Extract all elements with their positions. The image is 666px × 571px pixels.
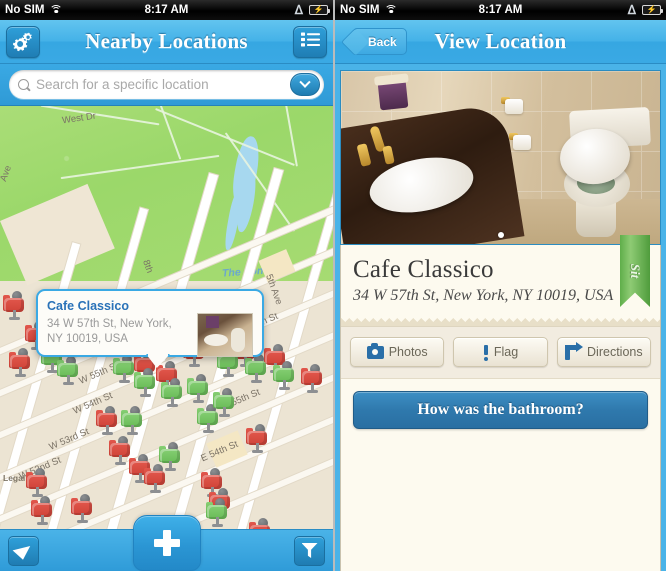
- wifi-icon: [384, 4, 398, 16]
- search-field-wrapper[interactable]: [9, 70, 324, 99]
- nav-bar-left: Nearby Locations: [0, 20, 333, 64]
- map-pin-available[interactable]: [133, 368, 159, 398]
- location-info-card: Cafe Classico 34 W 57th St, New York, NY…: [340, 235, 661, 571]
- exclamation-icon: [483, 344, 489, 361]
- map-pin-unavailable[interactable]: [8, 348, 34, 378]
- map-pin-available[interactable]: [205, 498, 231, 528]
- plus-icon: [153, 530, 180, 556]
- search-icon: [18, 78, 30, 91]
- add-location-button[interactable]: [132, 515, 201, 571]
- page-title: Nearby Locations: [85, 29, 248, 53]
- flag-button-label: Flag: [493, 345, 519, 359]
- callout-address-line2: NY 10019, USA: [47, 333, 128, 345]
- back-button-label: Back: [368, 34, 397, 49]
- left-phone-screen: No SIM 8:17 AM ᐃ ⚡ Nearby Locations Sear…: [0, 0, 333, 571]
- status-right-group: ᐃ ⚡: [294, 3, 330, 17]
- map-pin-available[interactable]: [120, 406, 146, 436]
- status-badge-label: Sit: [628, 263, 643, 279]
- bluetooth-icon: ᐃ: [294, 3, 303, 17]
- callout-title: Cafe Classico: [47, 299, 129, 313]
- torn-paper-divider: [341, 318, 660, 326]
- status-bar-right: No SIM 8:17 AM ᐃ ⚡: [335, 0, 666, 20]
- thumb-decor: [206, 316, 219, 328]
- map-pin-unavailable[interactable]: [25, 468, 51, 498]
- toilet-paper-holder: [501, 97, 525, 115]
- status-bar-left: No SIM 8:17 AM ᐃ ⚡: [0, 0, 333, 20]
- chevron-down-icon: [299, 76, 311, 88]
- map-pin-unavailable[interactable]: [300, 364, 326, 394]
- map-pin-available[interactable]: [186, 374, 212, 404]
- right-phone-screen: No SIM 8:17 AM ᐃ ⚡ Back View Location Ca…: [333, 0, 666, 571]
- flag-button[interactable]: Flag: [453, 337, 548, 367]
- map-pin-unavailable[interactable]: [245, 424, 271, 454]
- directions-arrow-icon: [565, 342, 584, 360]
- map-pin-available[interactable]: [158, 442, 184, 472]
- map-pin-available[interactable]: [244, 354, 270, 384]
- bottom-toolbar: [0, 515, 333, 571]
- carrier-label: No SIM: [5, 4, 45, 16]
- status-right-group: ᐃ ⚡: [627, 3, 663, 17]
- photo-faucet: [356, 125, 403, 168]
- card-empty-space: [341, 443, 660, 571]
- map-pin-unavailable[interactable]: [248, 518, 274, 529]
- camera-icon: [366, 342, 384, 359]
- bluetooth-icon: ᐃ: [627, 3, 636, 17]
- location-arrow-icon: [12, 541, 35, 560]
- cta-container: How was the bathroom?: [341, 378, 660, 443]
- map-pin-unavailable[interactable]: [30, 496, 56, 526]
- photos-button-label: Photos: [388, 345, 428, 359]
- carrier-label: No SIM: [340, 4, 380, 16]
- nav-bar-right: Back View Location: [335, 20, 666, 64]
- map-pin-available[interactable]: [160, 378, 186, 408]
- photo-page-indicator[interactable]: [497, 232, 504, 238]
- list-view-button[interactable]: [293, 25, 327, 58]
- dual-screenshot-stage: No SIM 8:17 AM ᐃ ⚡ Nearby Locations Sear…: [0, 0, 666, 571]
- photos-button[interactable]: Photos: [350, 337, 445, 367]
- map-pin-unavailable[interactable]: [2, 291, 28, 321]
- action-button-row: Photos Flag Directions: [341, 326, 660, 378]
- status-badge: Sit: [620, 235, 650, 307]
- settings-button[interactable]: [6, 25, 40, 58]
- callout-address-line1: 34 W 57th St, New York,: [47, 318, 172, 330]
- funnel-filter-icon: [301, 543, 318, 558]
- search-bar: [0, 64, 333, 106]
- map-canvas[interactable]: The Pond West Dr: [0, 106, 333, 529]
- locate-me-button[interactable]: [8, 535, 39, 566]
- location-address: 34 W 57th St, New York, NY 10019, USA: [353, 287, 614, 304]
- bathroom-photo[interactable]: [340, 70, 661, 245]
- directions-button-label: Directions: [587, 345, 643, 359]
- toilet-paper-holder: [509, 133, 533, 151]
- map-pin-unavailable[interactable]: [95, 406, 121, 436]
- battery-charging-icon: ⚡: [642, 5, 663, 15]
- photo-toilet: [557, 106, 651, 237]
- map-pin-unavailable[interactable]: [70, 494, 96, 524]
- filter-button[interactable]: [294, 535, 325, 566]
- map-pin-available[interactable]: [272, 361, 298, 391]
- status-left-group: No SIM: [340, 4, 398, 16]
- location-detail-view: Cafe Classico 34 W 57th St, New York, NY…: [335, 64, 666, 571]
- bathroom-photo-thumbnail[interactable]: [197, 313, 253, 357]
- thumb-sink: [204, 334, 228, 346]
- search-dropdown-button[interactable]: [290, 73, 320, 96]
- rate-bathroom-button[interactable]: How was the bathroom?: [353, 391, 648, 429]
- map-pin-available[interactable]: [56, 356, 82, 386]
- search-input[interactable]: [36, 77, 284, 92]
- thumb-toilet: [231, 328, 245, 352]
- status-left-group: No SIM: [5, 4, 63, 16]
- map-callout[interactable]: Cafe Classico 34 W 57th St, New York, NY…: [36, 289, 264, 357]
- back-button[interactable]: Back: [353, 28, 407, 55]
- photo-decor-box: [377, 79, 409, 111]
- list-icon: [300, 32, 320, 52]
- map-pin-available[interactable]: [212, 388, 238, 418]
- directions-button[interactable]: Directions: [556, 337, 651, 367]
- rate-bathroom-button-label: How was the bathroom?: [417, 401, 584, 418]
- location-header: Cafe Classico 34 W 57th St, New York, NY…: [341, 235, 660, 318]
- gears-icon: [12, 32, 34, 52]
- battery-charging-icon: ⚡: [309, 5, 330, 15]
- callout-address: 34 W 57th St, New York, NY 10019, USA: [47, 317, 195, 347]
- location-name: Cafe Classico: [353, 256, 494, 283]
- map-legal-link[interactable]: Legal: [3, 473, 25, 483]
- wifi-icon: [49, 4, 63, 16]
